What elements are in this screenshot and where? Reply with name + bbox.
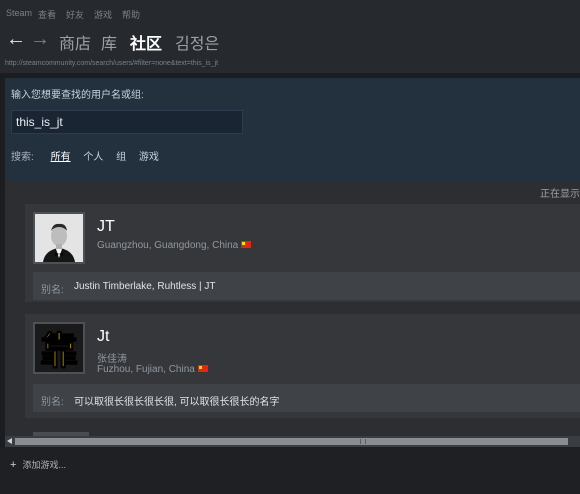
alias-label: 别名: (41, 285, 64, 296)
result-location: Guangzhou, Guangdong, China (97, 240, 252, 251)
tab-library[interactable]: 库 (101, 30, 117, 54)
plus-icon: + (10, 459, 17, 471)
results-area: 正在显示 JT Guangzhou, Guangdong, China 别名: … (5, 182, 580, 436)
alias-row: 别名: Justin Timberlake, Ruhtless | JT (33, 272, 580, 300)
scrollbar-thumb[interactable] (15, 438, 568, 445)
add-game-label: 添加游戏... (22, 460, 66, 470)
scroll-left-arrow-icon[interactable] (7, 438, 12, 444)
glyph-avatar-icon[interactable]: 靠 (33, 322, 85, 374)
filter-label: 搜索: (11, 152, 34, 163)
result-name[interactable]: Jt (97, 328, 109, 346)
search-filters: 搜索: 所有 个人 组 游戏 (11, 148, 169, 163)
person-photo-avatar-icon[interactable] (33, 212, 85, 264)
tab-profile[interactable]: 김정은 (175, 30, 219, 54)
back-arrow-icon[interactable]: ← (6, 29, 26, 49)
result-real-name: 张佳涛 (97, 354, 127, 365)
filter-people[interactable]: 个人 (83, 148, 103, 163)
tab-community[interactable]: 社区 (130, 30, 162, 54)
page-url[interactable]: http://steamcommunity.com/search/users/#… (5, 60, 218, 67)
alias-value: Justin Timberlake, Ruhtless | JT (74, 281, 216, 292)
status-bar: + 添加游戏... (0, 447, 580, 494)
avatar-glyph: 靠 (40, 329, 78, 372)
search-prompt: 输入您想要查找的用户名或组: (11, 90, 144, 101)
search-panel: 输入您想要查找的用户名或组: 搜索: 所有 个人 组 游戏 (5, 78, 580, 182)
location-text: Guangzhou, Guangdong, China (97, 240, 239, 251)
filter-all[interactable]: 所有 (51, 148, 71, 163)
result-card: JT Guangzhou, Guangdong, China 别名: Justi… (25, 204, 580, 302)
result-location: Fuzhou, Fujian, China (97, 364, 208, 375)
menu-help[interactable]: 帮助 (122, 8, 140, 21)
china-flag-icon (241, 241, 252, 248)
forward-arrow-icon[interactable]: → (30, 29, 50, 49)
menu-steam[interactable]: Steam (6, 8, 32, 18)
scrollbar-grip-icon (360, 439, 366, 444)
alias-label: 别名: (41, 397, 64, 408)
menu-games[interactable]: 游戏 (94, 8, 112, 21)
location-text: Fuzhou, Fujian, China (97, 364, 195, 375)
avatar-photo (35, 214, 83, 262)
url-bar: http://steamcommunity.com/search/users/#… (0, 56, 580, 73)
navigation-bar: ← → 商店 库 社区 김정은 (0, 26, 580, 56)
china-flag-icon (197, 365, 208, 372)
horizontal-scrollbar[interactable] (5, 436, 580, 447)
filter-groups[interactable]: 组 (116, 148, 126, 163)
add-game-button[interactable]: + 添加游戏... (10, 458, 66, 471)
tab-store[interactable]: 商店 (59, 30, 91, 54)
alias-value: 可以取很长很长很长很, 可以取很长很长的名字 (74, 397, 280, 408)
alias-row: 别名: 可以取很长很长很长很, 可以取很长很长的名字 (33, 384, 580, 412)
avatar-glyph-image: 靠 (35, 324, 83, 372)
menu-bar: Steam 查看 好友 游戏 帮助 (0, 0, 580, 26)
menu-friends[interactable]: 好友 (66, 8, 84, 21)
results-count-text: 正在显示 (540, 189, 580, 200)
search-input[interactable] (11, 110, 243, 134)
result-card: 靠 Jt 张佳涛 Fuzhou, Fujian, China 别名: 可以取很长… (25, 314, 580, 418)
menu-view[interactable]: 查看 (38, 8, 56, 21)
filter-games[interactable]: 游戏 (139, 148, 159, 163)
result-name[interactable]: JT (97, 218, 115, 236)
